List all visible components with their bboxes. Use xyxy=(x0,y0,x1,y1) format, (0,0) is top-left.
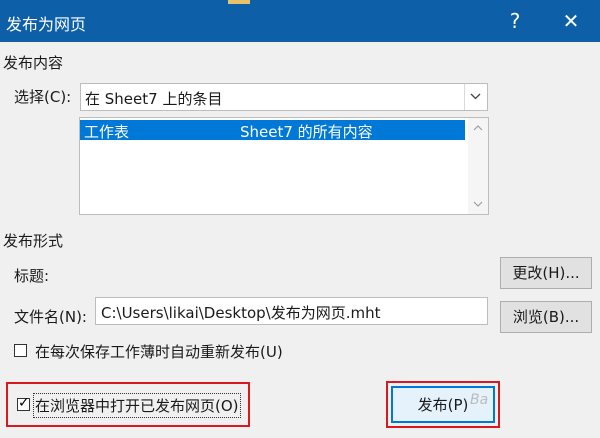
window-title: 发布为网页 xyxy=(6,15,87,34)
content-listbox[interactable]: 工作表 Sheet7 的所有内容 xyxy=(79,117,489,215)
autorepublish-checkbox[interactable] xyxy=(14,344,27,357)
open-in-browser-label[interactable]: 在浏览器中打开已发布网页(O) xyxy=(33,393,241,418)
help-button[interactable]: ? xyxy=(500,6,530,36)
select-combobox[interactable]: 在 Sheet7 上的条目 xyxy=(80,83,488,111)
list-item-description: Sheet7 的所有内容 xyxy=(240,123,373,141)
title-bar: 发布为网页 ? ✕ xyxy=(0,0,600,42)
change-title-button[interactable]: 更改(H)... xyxy=(500,257,592,289)
filename-value: C:\Users\likai\Desktop\发布为网页.mht xyxy=(101,304,381,322)
list-item-type: 工作表 xyxy=(84,123,130,141)
listbox-scrollbar[interactable] xyxy=(468,118,488,214)
scroll-down-icon[interactable] xyxy=(473,200,483,208)
checkmark-icon: ✓ xyxy=(18,395,30,411)
filename-input[interactable]: C:\Users\likai\Desktop\发布为网页.mht xyxy=(95,297,488,325)
scroll-up-icon[interactable] xyxy=(473,124,483,132)
publish-form-heading: 发布形式 xyxy=(3,232,64,250)
select-value: 在 Sheet7 上的条目 xyxy=(85,90,223,108)
select-label: 选择(C): xyxy=(14,88,72,106)
publish-content-heading: 发布内容 xyxy=(3,54,64,72)
chevron-down-icon xyxy=(470,93,481,100)
open-in-browser-checkbox[interactable]: ✓ xyxy=(17,395,30,411)
combobox-dropdown-button[interactable] xyxy=(464,84,487,110)
browse-button[interactable]: 浏览(B)... xyxy=(500,301,592,333)
title-label: 标题: xyxy=(14,267,50,285)
close-button[interactable]: ✕ xyxy=(556,6,586,36)
filename-label: 文件名(N): xyxy=(14,308,87,326)
list-item[interactable]: 工作表 Sheet7 的所有内容 xyxy=(80,120,465,141)
autorepublish-label[interactable]: 在每次保存工作薄时自动重新发布(U) xyxy=(35,341,283,362)
title-bar-accent xyxy=(228,0,250,4)
watermark: Ba xyxy=(470,392,489,408)
